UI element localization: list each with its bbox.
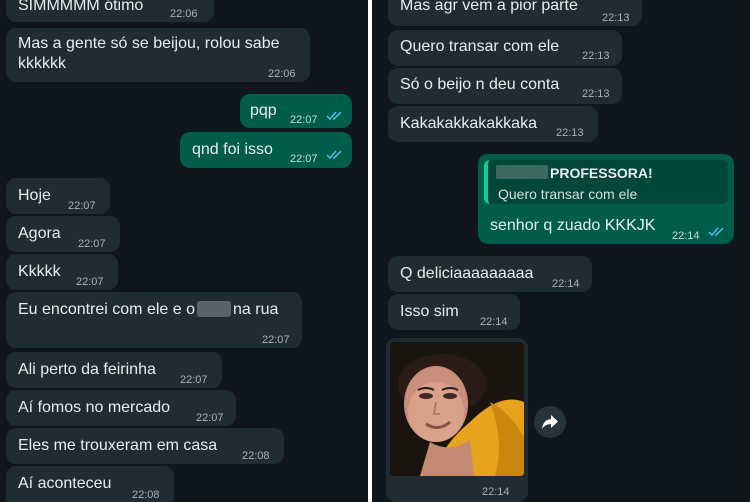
message-bubble[interactable]: Isso sim 22:14	[388, 294, 520, 330]
quoted-message[interactable]: PROFESSORA! Quero transar com ele	[484, 160, 728, 204]
message-time: 22:07	[78, 238, 106, 250]
message-time: 22:07	[262, 334, 290, 346]
message-bubble[interactable]: Só o beijo n deu conta 22:13	[388, 68, 622, 104]
message-text: Mas agr vem a pior parte	[400, 0, 578, 14]
message-text: Só o beijo n deu conta	[400, 76, 560, 93]
message-text: pqp	[250, 102, 277, 119]
redacted-name	[197, 301, 231, 317]
double-check-icon	[326, 150, 342, 160]
message-bubble[interactable]: Mas a gente só se beijou, rolou sabe kkk…	[6, 28, 310, 82]
double-check-icon	[708, 227, 724, 237]
message-time: 22:06	[170, 8, 198, 20]
message-time: 22:14	[480, 316, 508, 328]
photo-attachment[interactable]	[390, 342, 524, 476]
message-text: qnd foi isso	[192, 141, 273, 158]
message-bubble[interactable]: Agora 22:07	[6, 216, 120, 252]
message-text: SIMMMMM ótimo	[18, 0, 144, 14]
message-time: 22:13	[582, 88, 610, 100]
message-text: Aí fomos no mercado	[18, 399, 171, 416]
forward-button[interactable]	[534, 406, 566, 438]
message-time: 22:13	[602, 12, 630, 24]
photo-image	[390, 342, 524, 476]
message-bubble[interactable]: Kkkkk 22:07	[6, 254, 118, 290]
message-bubble[interactable]: Aí aconteceu 22:08	[6, 466, 174, 502]
message-text: kkkkkk	[18, 55, 66, 72]
message-time: 22:06	[268, 68, 296, 80]
message-time: 22:07	[68, 200, 96, 212]
message-time: 22:07	[180, 374, 208, 386]
message-text-part: Eu encontrei com ele e o	[18, 301, 195, 318]
message-text: Eles me trouxeram em casa	[18, 437, 218, 454]
message-text: senhor q zuado KKKJK	[490, 217, 656, 234]
message-time: 22:07	[196, 412, 224, 424]
forward-icon	[542, 415, 558, 429]
message-time: 22:08	[242, 450, 270, 462]
message-bubble[interactable]: Q deliciaaaaaaaaa 22:14	[388, 256, 592, 292]
message-time: 22:14	[672, 230, 700, 242]
message-bubble[interactable]: Mas agr vem a pior parte 22:13	[388, 0, 642, 26]
message-bubble[interactable]: Ali perto da feirinha 22:07	[6, 352, 222, 388]
quoted-text: Quero transar com ele	[498, 186, 638, 202]
message-text: Hoje	[18, 187, 51, 204]
message-text: Q deliciaaaaaaaaa	[400, 265, 534, 282]
message-bubble[interactable]: pqp 22:07	[240, 94, 352, 128]
message-text: Kakakakkakakkaka	[400, 115, 537, 132]
message-bubble[interactable]: Hoje 22:07	[6, 178, 110, 214]
right-chat-panel: Mas agr vem a pior parte 22:13 Quero tra…	[372, 0, 750, 502]
message-text: Kkkkk	[18, 263, 61, 280]
message-bubble[interactable]: PROFESSORA! Quero transar com ele senhor…	[478, 154, 734, 244]
message-time: 22:14	[552, 278, 580, 290]
quoted-sender: PROFESSORA!	[550, 165, 653, 181]
message-bubble[interactable]: Quero transar com ele 22:13	[388, 30, 622, 66]
message-bubble[interactable]: Eu encontrei com ele e o na rua 22:07	[6, 292, 302, 348]
redacted-name	[496, 165, 548, 179]
message-time: 22:07	[290, 114, 318, 126]
double-check-icon	[326, 111, 342, 121]
left-chat-panel: SIMMMMM ótimo 22:06 Mas a gente só se be…	[0, 0, 368, 502]
message-text: Agora	[18, 225, 61, 242]
message-time: 22:13	[582, 50, 610, 62]
message-bubble[interactable]: Eles me trouxeram em casa 22:08	[6, 428, 284, 464]
message-text: Ali perto da feirinha	[18, 361, 156, 378]
message-text: Isso sim	[400, 303, 459, 320]
message-bubble[interactable]: SIMMMMM ótimo 22:06	[6, 0, 214, 22]
message-text: Aí aconteceu	[18, 475, 112, 492]
message-bubble[interactable]: Aí fomos no mercado 22:07	[6, 390, 236, 426]
message-time: 22:13	[556, 127, 584, 139]
message-text: Quero transar com ele	[400, 38, 560, 55]
message-text-part: na rua	[233, 301, 279, 318]
message-time: 22:07	[290, 153, 318, 165]
message-time: 22:08	[132, 489, 160, 501]
message-text: Mas a gente só se beijou, rolou sabe	[18, 35, 280, 52]
message-text: Eu encontrei com ele e o na rua	[18, 300, 278, 320]
message-time: 22:14	[482, 486, 510, 498]
message-time: 22:07	[76, 276, 104, 288]
message-bubble[interactable]: Kakakakkakakkaka 22:13	[388, 106, 598, 142]
message-bubble[interactable]: qnd foi isso 22:07	[180, 132, 352, 168]
